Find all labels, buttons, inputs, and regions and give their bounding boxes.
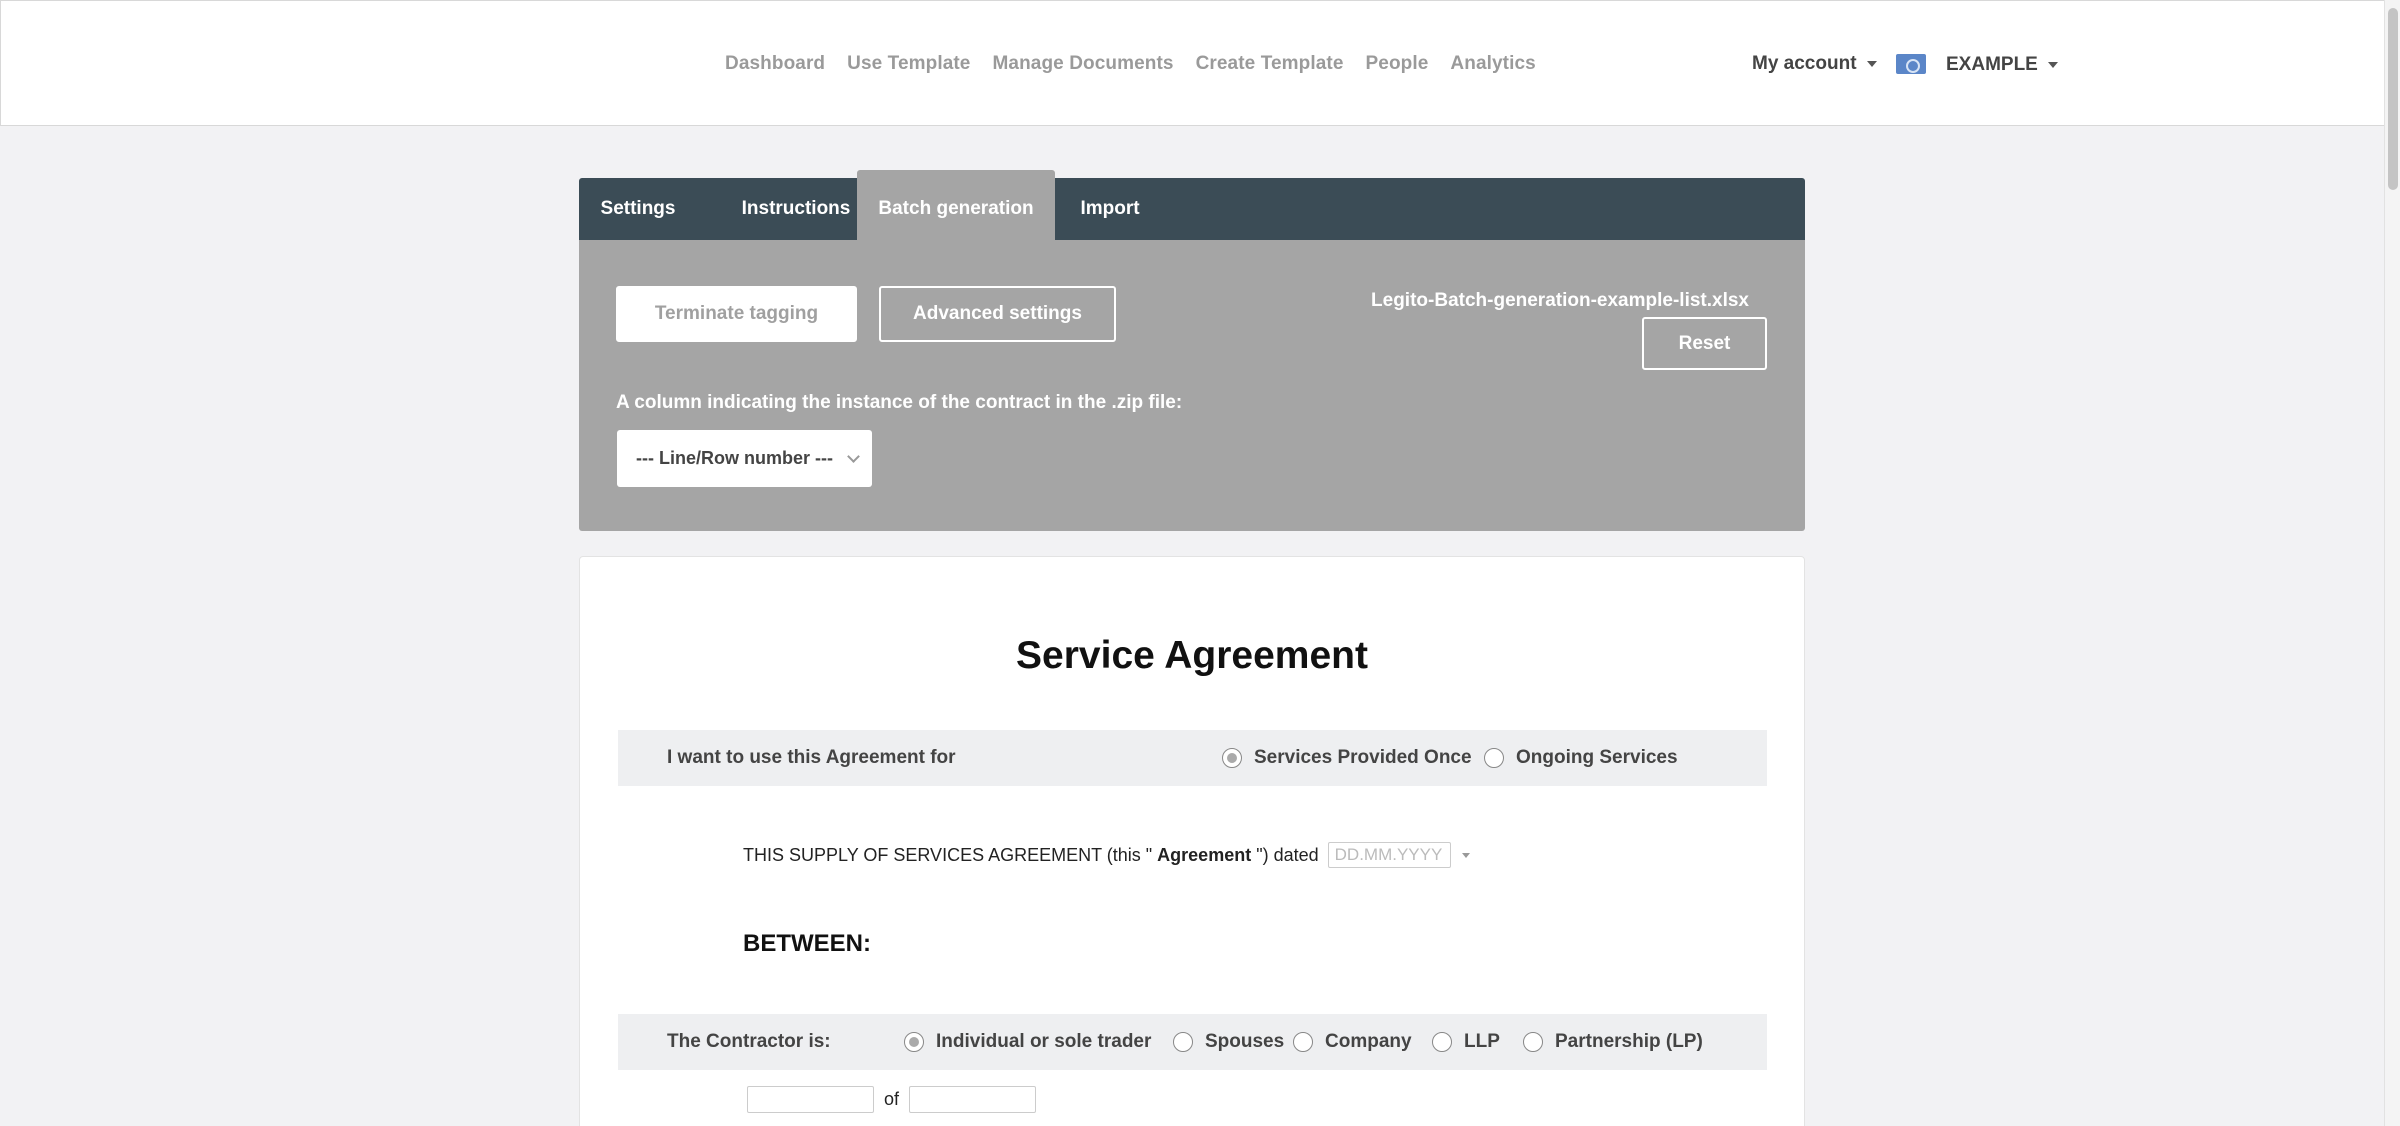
option-label: Individual or sole trader [936,1031,1152,1052]
option-ongoing-services[interactable]: Ongoing Services [1484,730,1678,786]
nav-dashboard[interactable]: Dashboard [725,53,825,75]
between-heading: BETWEEN: [743,930,871,957]
contractor-address-input[interactable] [909,1086,1037,1113]
radio-icon[interactable] [1523,1032,1543,1052]
nav-manage-documents[interactable]: Manage Documents [992,53,1173,75]
radio-icon[interactable] [1484,748,1504,768]
option-label: Spouses [1205,1031,1285,1052]
contractor-type-row: The Contractor is: Individual or sole tr… [618,1014,1767,1070]
use-for-question-label: I want to use this Agreement for [667,747,956,768]
organization-label: EXAMPLE [1946,54,2038,75]
chevron-down-icon [847,450,860,463]
radio-icon[interactable] [1293,1032,1313,1052]
option-spouses[interactable]: Spouses [1173,1014,1284,1070]
option-label: Partnership (LP) [1555,1031,1703,1052]
template-tabs: Settings Instructions Batch generation I… [579,170,1805,240]
agreement-intro-prefix: THIS SUPPLY OF SERVICES AGREEMENT (this … [743,844,1153,865]
agreement-intro-line: THIS SUPPLY OF SERVICES AGREEMENT (this … [743,842,1470,868]
option-individual-or-sole-trader[interactable]: Individual or sole trader [904,1014,1151,1070]
contractor-type-label: The Contractor is: [667,1031,831,1052]
contractor-name-input[interactable] [747,1086,874,1113]
my-account-label: My account [1752,53,1857,74]
nav-use-template[interactable]: Use Template [847,53,970,75]
option-label: Services Provided Once [1254,747,1472,768]
main-nav: Dashboard Use Template Manage Documents … [725,53,1536,75]
scrollbar-thumb[interactable] [2388,8,2398,190]
radio-icon[interactable] [1432,1032,1452,1052]
nav-analytics[interactable]: Analytics [1450,53,1535,75]
page-scrollbar[interactable] [2384,0,2400,1126]
date-dropdown-icon[interactable] [1461,852,1470,858]
of-label: of [884,1089,900,1109]
caret-down-icon [2047,61,2058,68]
nav-people[interactable]: People [1366,53,1429,75]
tab-batch-generation[interactable]: Batch generation [857,170,1055,240]
agreement-intro-bold: Agreement [1157,844,1252,865]
radio-selected-icon[interactable] [1222,748,1242,768]
option-llp[interactable]: LLP [1432,1014,1500,1070]
organization-menu[interactable]: EXAMPLE [1946,54,2058,76]
option-label: Company [1325,1031,1412,1052]
agreement-intro-suffix: ") dated [1256,844,1319,865]
document-title: Service Agreement [1016,634,1368,677]
option-company[interactable]: Company [1293,1014,1412,1070]
option-label: Ongoing Services [1516,747,1678,768]
top-navigation-bar: Dashboard Use Template Manage Documents … [0,0,2400,126]
terminate-tagging-button[interactable]: Terminate tagging [616,286,857,342]
nav-create-template[interactable]: Create Template [1196,53,1344,75]
instance-column-select[interactable]: --- Line/Row number --- [617,430,872,487]
uploaded-filename: Legito-Batch-generation-example-list.xls… [1371,290,1749,311]
my-account-menu[interactable]: My account [1752,53,1877,75]
radio-selected-icon[interactable] [904,1032,924,1052]
language-flag-icon[interactable] [1896,54,1926,74]
option-partnership-lp[interactable]: Partnership (LP) [1523,1014,1703,1070]
radio-icon[interactable] [1173,1032,1193,1052]
advanced-settings-button[interactable]: Advanced settings [879,286,1116,342]
document-editor: Service Agreement I want to use this Agr… [579,556,1805,1126]
use-for-question-row: I want to use this Agreement for Service… [618,730,1767,786]
instance-column-label: A column indicating the instance of the … [616,392,1183,413]
agreement-date-input[interactable] [1327,842,1451,868]
contractor-name-line: of [747,1086,1037,1113]
caret-down-icon [1866,60,1877,67]
batch-generation-panel: Terminate tagging Advanced settings Legi… [579,240,1805,531]
option-label: LLP [1464,1031,1500,1052]
option-services-provided-once[interactable]: Services Provided Once [1222,730,1472,786]
tab-settings[interactable]: Settings [579,178,697,240]
tab-import[interactable]: Import [1055,178,1165,240]
reset-button[interactable]: Reset [1642,317,1767,370]
instance-column-select-value: --- Line/Row number --- [636,448,833,468]
